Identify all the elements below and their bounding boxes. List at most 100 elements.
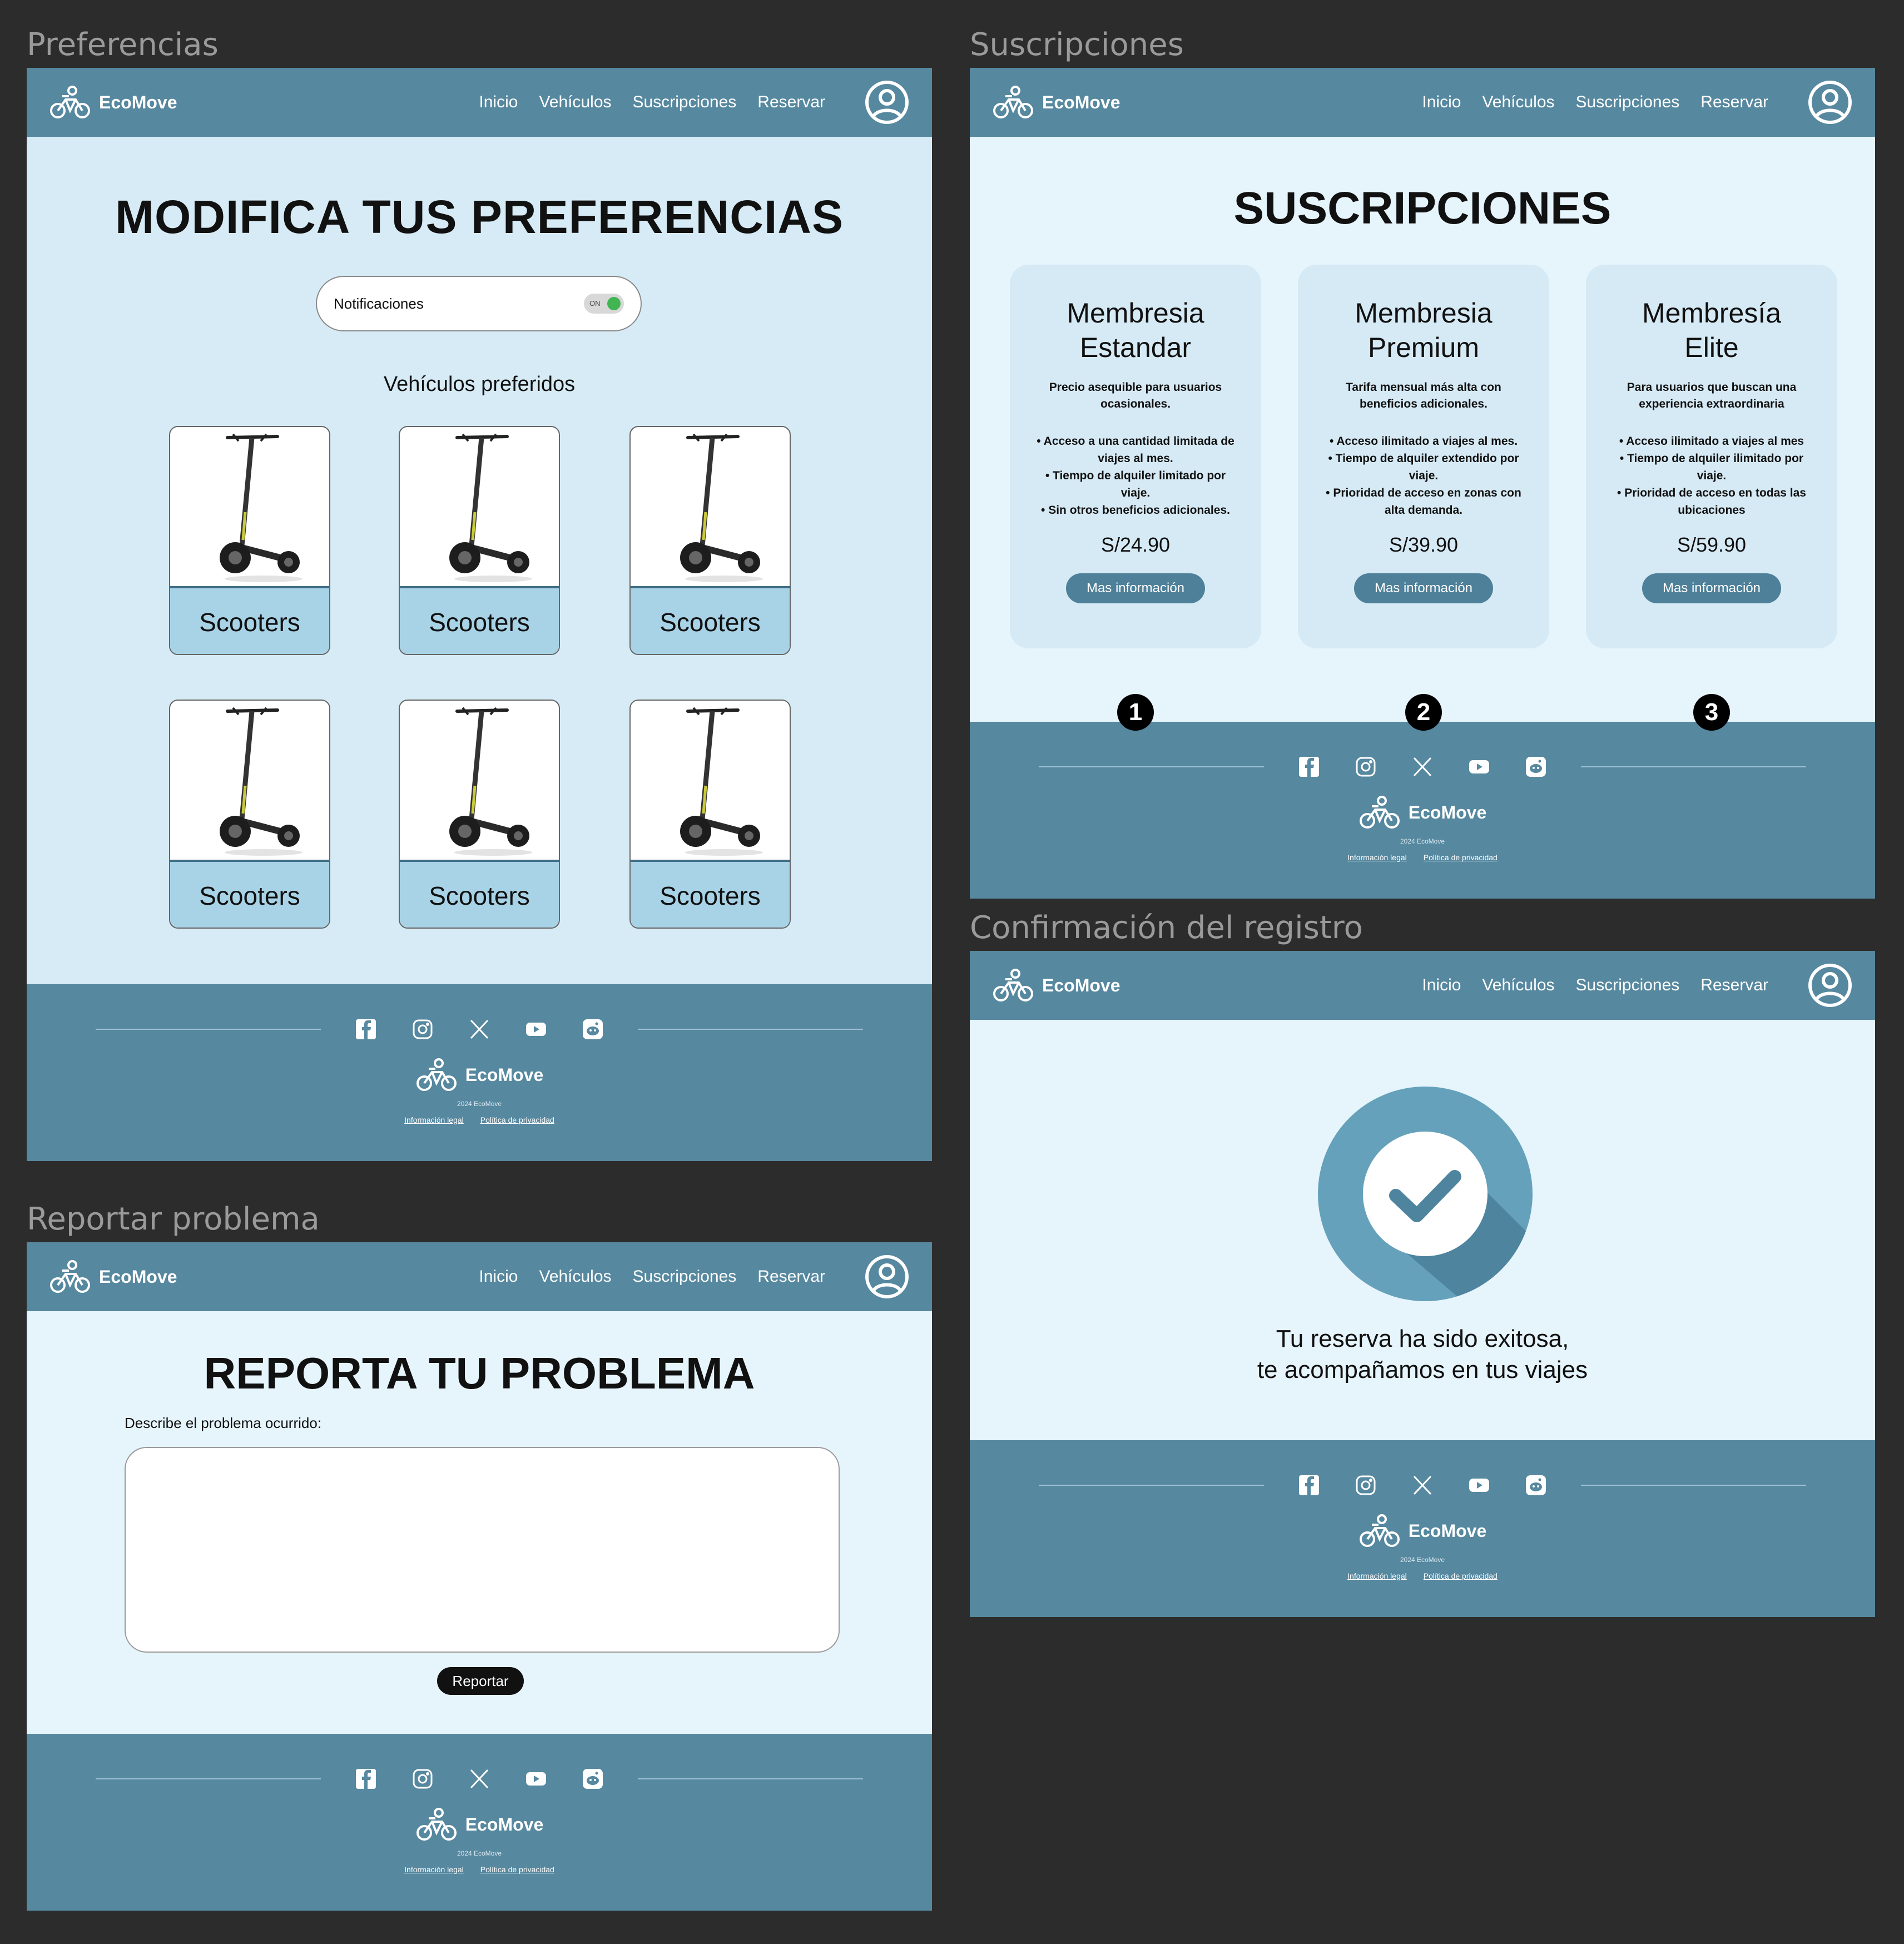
more-info-button[interactable]: Mas información — [1354, 573, 1493, 603]
brand-logo[interactable]: EcoMove — [992, 83, 1120, 122]
privacy-link[interactable]: Política de privacidad — [1424, 1571, 1498, 1580]
vehicle-card[interactable]: Scooters — [169, 426, 330, 655]
vehicle-label: Scooters — [400, 588, 559, 654]
site-header: EcoMove Inicio Vehículos Suscripciones R… — [27, 68, 932, 137]
reddit-icon[interactable] — [581, 1767, 604, 1791]
brand-logo[interactable]: EcoMove — [49, 1257, 177, 1296]
nav-vehiculos[interactable]: Vehículos — [539, 93, 611, 112]
nav-inicio[interactable]: Inicio — [479, 93, 518, 112]
facebook-icon[interactable] — [354, 1018, 378, 1041]
problem-label: Describe el problema ocurrido: — [125, 1415, 322, 1431]
reddit-icon[interactable] — [1524, 755, 1548, 778]
instagram-icon[interactable] — [411, 1018, 434, 1041]
privacy-link[interactable]: Política de privacidad — [480, 1865, 554, 1874]
nav-reservar[interactable]: Reservar — [1700, 93, 1768, 112]
site-header: EcoMove Inicio Vehículos Suscripciones R… — [970, 68, 1875, 137]
user-circle-icon[interactable] — [1807, 80, 1853, 125]
vehicle-card[interactable]: Scooters — [629, 426, 791, 655]
privacy-link[interactable]: Política de privacidad — [1424, 853, 1498, 862]
brand-logo[interactable]: EcoMove — [49, 83, 177, 122]
nav-inicio[interactable]: Inicio — [1422, 93, 1461, 112]
social-links — [1297, 755, 1548, 778]
vehicle-label: Scooters — [631, 588, 790, 654]
page-title: MODIFICA TUS PREFERENCIAS — [115, 191, 844, 243]
nav-vehiculos[interactable]: Vehículos — [1482, 93, 1554, 112]
plan-price: S/39.90 — [1389, 533, 1459, 556]
facebook-icon[interactable] — [1297, 1474, 1321, 1497]
social-row — [27, 1018, 932, 1041]
vehicle-card[interactable]: Scooters — [399, 426, 560, 655]
vehicle-card[interactable]: Scooters — [629, 700, 791, 929]
plan-feature: Sin otros beneficios adicionales. — [1034, 502, 1237, 519]
legal-link[interactable]: Información legal — [1347, 1571, 1407, 1580]
scooter-icon — [680, 707, 763, 856]
x-icon[interactable] — [1411, 755, 1434, 778]
nav-reservar[interactable]: Reservar — [757, 1267, 825, 1286]
nav-vehiculos[interactable]: Vehículos — [539, 1267, 611, 1286]
instagram-icon[interactable] — [1354, 1474, 1377, 1497]
user-circle-icon[interactable] — [864, 1254, 910, 1300]
nav-inicio[interactable]: Inicio — [479, 1267, 518, 1286]
confirmacion-main: Tu reserva ha sido exitosa, te acompañam… — [970, 1020, 1875, 1440]
youtube-icon[interactable] — [524, 1767, 548, 1791]
x-icon[interactable] — [1411, 1474, 1434, 1497]
vehicle-label: Scooters — [170, 588, 329, 654]
legal-link[interactable]: Información legal — [404, 1865, 464, 1874]
nav-suscripciones[interactable]: Suscripciones — [633, 93, 737, 112]
bike-logo-icon — [50, 86, 90, 118]
vehicle-card[interactable]: Scooters — [399, 700, 560, 929]
nav-inicio[interactable]: Inicio — [1422, 976, 1461, 995]
plan-name: Membresía Elite — [1642, 297, 1782, 363]
youtube-icon[interactable] — [1467, 755, 1491, 778]
instagram-icon[interactable] — [1354, 755, 1377, 778]
footer-logo[interactable]: EcoMove — [1358, 1511, 1486, 1550]
brand-name: EcoMove — [99, 92, 177, 112]
bike-logo-icon — [1359, 796, 1400, 829]
privacy-link[interactable]: Política de privacidad — [480, 1115, 554, 1124]
brand-logo[interactable]: EcoMove — [992, 966, 1120, 1005]
nav-vehiculos[interactable]: Vehículos — [1482, 976, 1554, 995]
nav-reservar[interactable]: Reservar — [1700, 976, 1768, 995]
legal-link[interactable]: Información legal — [1347, 853, 1407, 862]
x-icon[interactable] — [468, 1767, 491, 1791]
report-button[interactable]: Reportar — [437, 1667, 524, 1695]
main-nav: Inicio Vehículos Suscripciones Reservar — [1422, 93, 1768, 112]
x-icon[interactable] — [468, 1018, 491, 1041]
more-info-button[interactable]: Mas información — [1642, 573, 1781, 603]
footer-logo[interactable]: EcoMove — [415, 1805, 543, 1844]
reddit-icon[interactable] — [581, 1018, 604, 1041]
vehicles-title: Vehículos preferidos — [383, 373, 576, 396]
problem-textarea[interactable] — [125, 1447, 840, 1653]
footer-logo[interactable]: EcoMove — [1358, 793, 1486, 832]
site-footer: EcoMove 2024 EcoMove Información legal P… — [970, 722, 1875, 899]
footer-logo[interactable]: EcoMove — [415, 1055, 543, 1094]
notifications-toggle[interactable]: ON — [584, 294, 624, 314]
facebook-icon[interactable] — [1297, 755, 1321, 778]
vehicle-label: Scooters — [631, 862, 790, 928]
user-circle-icon[interactable] — [1807, 963, 1853, 1008]
vehicle-image — [400, 427, 559, 588]
youtube-icon[interactable] — [1467, 1474, 1491, 1497]
confirmacion-frame: EcoMove Inicio Vehículos Suscripciones R… — [970, 951, 1875, 1617]
nav-suscripciones[interactable]: Suscripciones — [633, 1267, 737, 1286]
vehicle-card[interactable]: Scooters — [169, 700, 330, 929]
divider — [638, 1029, 863, 1030]
copyright: 2024 EcoMove — [457, 1849, 502, 1857]
nav-suscripciones[interactable]: Suscripciones — [1576, 976, 1680, 995]
legal-link[interactable]: Información legal — [404, 1115, 464, 1124]
toggle-state: ON — [589, 299, 601, 308]
facebook-icon[interactable] — [354, 1767, 378, 1791]
youtube-icon[interactable] — [524, 1018, 548, 1041]
reddit-icon[interactable] — [1524, 1474, 1548, 1497]
vehicle-image — [631, 701, 790, 862]
nav-suscripciones[interactable]: Suscripciones — [1576, 93, 1680, 112]
plan-card-premium: Membresia Premium Tarifa mensual más alta… — [1298, 265, 1549, 648]
instagram-icon[interactable] — [411, 1767, 434, 1791]
legal-links: Información legal Política de privacidad — [404, 1865, 554, 1874]
nav-reservar[interactable]: Reservar — [757, 93, 825, 112]
scooter-icon — [680, 433, 763, 582]
more-info-button[interactable]: Mas información — [1066, 573, 1205, 603]
frame-label-reportar: Reportar problema — [27, 1201, 320, 1237]
site-header: EcoMove Inicio Vehículos Suscripciones R… — [27, 1242, 932, 1311]
user-circle-icon[interactable] — [864, 80, 910, 125]
